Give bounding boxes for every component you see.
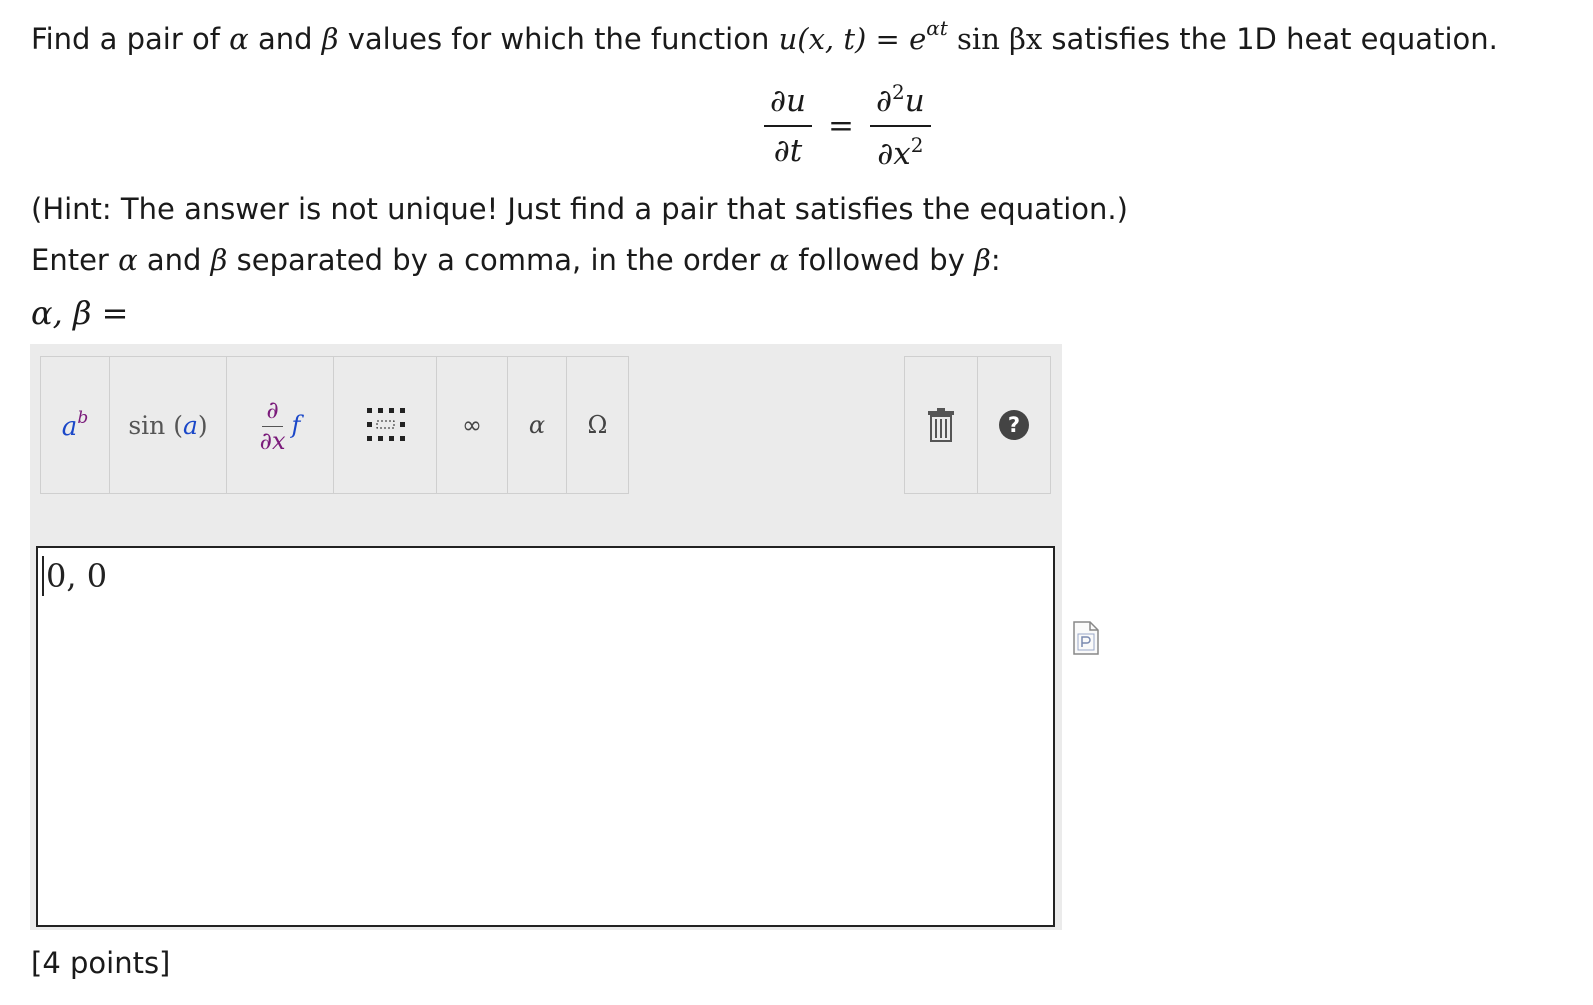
answer-input[interactable]: 0, 0 bbox=[36, 546, 1055, 927]
infinity-button[interactable]: ∞ bbox=[436, 356, 508, 494]
svg-text:?: ? bbox=[1008, 413, 1020, 437]
help-button[interactable]: ? bbox=[977, 356, 1051, 494]
omega-icon: Ω bbox=[587, 411, 608, 439]
function-button[interactable]: sin (a) bbox=[109, 356, 227, 494]
heat-equation: ∂u ∂t = ∂2u ∂x2 bbox=[764, 80, 931, 172]
symbols-button[interactable]: Ω bbox=[566, 356, 629, 494]
matrix-icon bbox=[367, 408, 405, 441]
matrix-button[interactable] bbox=[333, 356, 437, 494]
superscript-icon: ab bbox=[61, 408, 89, 442]
derivative-button[interactable]: ∂ ∂x f bbox=[226, 356, 334, 494]
question-text: Find a pair of α and β values for which … bbox=[31, 16, 1498, 56]
trash-icon bbox=[928, 408, 954, 442]
superscript-button[interactable]: ab bbox=[40, 356, 110, 494]
editor-toolbar: ab sin (a) ∂ ∂x f ∞ α Ω bbox=[40, 356, 629, 494]
greek-alpha-icon: α bbox=[528, 411, 546, 439]
function-expression: u(x, t) = eαt sin βx bbox=[778, 16, 1043, 56]
infinity-icon: ∞ bbox=[462, 411, 482, 439]
editor-toolbar-right: ? bbox=[904, 356, 1051, 494]
instruction-text: Enter α and β separated by a comma, in t… bbox=[31, 243, 1001, 277]
greek-button[interactable]: α bbox=[507, 356, 567, 494]
points-label: [4 points] bbox=[31, 946, 171, 980]
help-icon: ? bbox=[999, 410, 1029, 440]
hint-text: (Hint: The answer is not unique! Just fi… bbox=[31, 192, 1128, 226]
rhs-fraction: ∂2u ∂x2 bbox=[869, 80, 931, 172]
math-editor: ab sin (a) ∂ ∂x f ∞ α Ω ? 0, 0 bbox=[30, 344, 1062, 930]
answer-value: 0, 0 bbox=[42, 556, 107, 596]
function-icon: sin (a) bbox=[128, 410, 208, 440]
derivative-icon: ∂ ∂x f bbox=[259, 395, 301, 455]
answer-label: α, β = bbox=[31, 294, 129, 332]
lhs-fraction: ∂u ∂t bbox=[764, 83, 812, 169]
clear-button[interactable] bbox=[904, 356, 978, 494]
preview-icon[interactable] bbox=[1072, 620, 1100, 656]
